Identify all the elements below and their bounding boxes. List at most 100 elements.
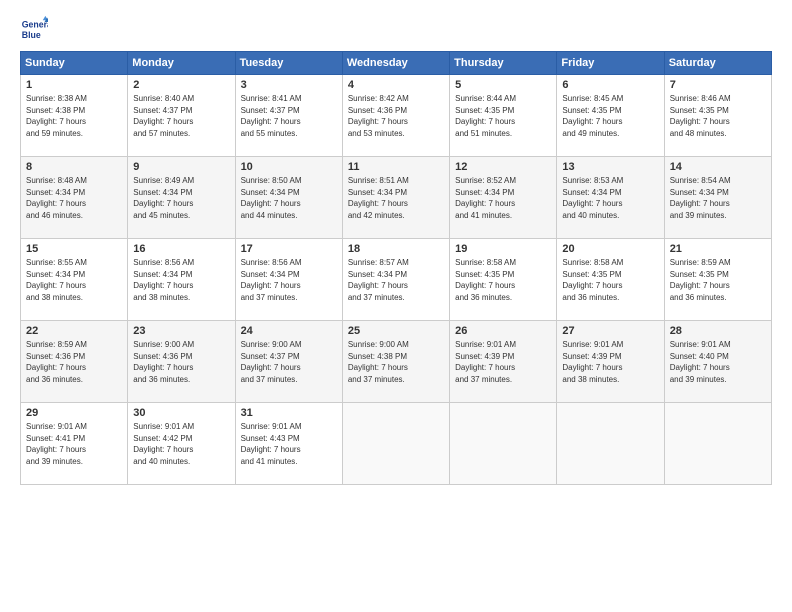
calendar-cell: 30 Sunrise: 9:01 AMSunset: 4:42 PMDayligh… — [128, 403, 235, 485]
calendar-cell: 31 Sunrise: 9:01 AMSunset: 4:43 PMDayligh… — [235, 403, 342, 485]
day-number: 29 — [26, 407, 123, 419]
calendar-cell: 19Sunrise: 8:58 AMSunset: 4:35 PMDayligh… — [450, 239, 557, 321]
day-number: 5 — [455, 79, 552, 91]
calendar-cell — [342, 403, 449, 485]
calendar-cell: 21Sunrise: 8:59 AMSunset: 4:35 PMDayligh… — [664, 239, 771, 321]
day-number: 10 — [241, 161, 338, 173]
calendar-cell: 5 Sunrise: 8:44 AMSunset: 4:35 PMDaylight… — [450, 75, 557, 157]
calendar-cell: 16 Sunrise: 8:56 AMSunset: 4:34 PMDayligh… — [128, 239, 235, 321]
day-number: 12 — [455, 161, 552, 173]
calendar-cell: 29 Sunrise: 9:01 AMSunset: 4:41 PMDayligh… — [21, 403, 128, 485]
column-header-wednesday: Wednesday — [342, 52, 449, 75]
day-info: Sunrise: 8:46 AMSunset: 4:35 PMDaylight:… — [670, 93, 767, 139]
calendar-cell: 1 Sunrise: 8:38 AMSunset: 4:38 PMDaylight… — [21, 75, 128, 157]
day-number: 3 — [241, 79, 338, 91]
svg-text:General: General — [22, 19, 48, 29]
week-row-1: 1 Sunrise: 8:38 AMSunset: 4:38 PMDaylight… — [21, 75, 772, 157]
week-row-3: 15 Sunrise: 8:55 AMSunset: 4:34 PMDayligh… — [21, 239, 772, 321]
day-number: 26 — [455, 325, 552, 337]
day-info: Sunrise: 8:55 AMSunset: 4:34 PMDaylight:… — [26, 257, 123, 303]
day-number: 20 — [562, 243, 659, 255]
header: General Blue — [20, 15, 772, 43]
day-number: 9 — [133, 161, 230, 173]
week-row-5: 29 Sunrise: 9:01 AMSunset: 4:41 PMDayligh… — [21, 403, 772, 485]
day-number: 24 — [241, 325, 338, 337]
day-number: 2 — [133, 79, 230, 91]
svg-text:Blue: Blue — [22, 30, 41, 40]
day-number: 21 — [670, 243, 767, 255]
day-number: 19 — [455, 243, 552, 255]
day-number: 1 — [26, 79, 123, 91]
day-number: 23 — [133, 325, 230, 337]
day-info: Sunrise: 8:58 AMSunset: 4:35 PMDaylight:… — [562, 257, 659, 303]
day-number: 28 — [670, 325, 767, 337]
column-header-thursday: Thursday — [450, 52, 557, 75]
day-info: Sunrise: 8:56 AMSunset: 4:34 PMDaylight:… — [133, 257, 230, 303]
logo-icon: General Blue — [20, 15, 48, 43]
day-info: Sunrise: 8:52 AMSunset: 4:34 PMDaylight:… — [455, 175, 552, 221]
day-number: 8 — [26, 161, 123, 173]
day-info: Sunrise: 9:01 AMSunset: 4:42 PMDaylight:… — [133, 421, 230, 467]
calendar-cell: 6 Sunrise: 8:45 AMSunset: 4:35 PMDaylight… — [557, 75, 664, 157]
column-header-saturday: Saturday — [664, 52, 771, 75]
day-info: Sunrise: 8:40 AMSunset: 4:37 PMDaylight:… — [133, 93, 230, 139]
column-header-monday: Monday — [128, 52, 235, 75]
calendar-cell: 22Sunrise: 8:59 AMSunset: 4:36 PMDayligh… — [21, 321, 128, 403]
calendar-cell: 8 Sunrise: 8:48 AMSunset: 4:34 PMDaylight… — [21, 157, 128, 239]
day-number: 6 — [562, 79, 659, 91]
day-info: Sunrise: 8:44 AMSunset: 4:35 PMDaylight:… — [455, 93, 552, 139]
day-number: 17 — [241, 243, 338, 255]
calendar-cell: 4 Sunrise: 8:42 AMSunset: 4:36 PMDaylight… — [342, 75, 449, 157]
week-row-4: 22Sunrise: 8:59 AMSunset: 4:36 PMDayligh… — [21, 321, 772, 403]
day-info: Sunrise: 8:38 AMSunset: 4:38 PMDaylight:… — [26, 93, 123, 139]
day-info: Sunrise: 9:01 AMSunset: 4:41 PMDaylight:… — [26, 421, 123, 467]
day-info: Sunrise: 8:45 AMSunset: 4:35 PMDaylight:… — [562, 93, 659, 139]
calendar-cell: 10 Sunrise: 8:50 AMSunset: 4:34 PMDayligh… — [235, 157, 342, 239]
week-row-2: 8 Sunrise: 8:48 AMSunset: 4:34 PMDaylight… — [21, 157, 772, 239]
calendar-cell: 14Sunrise: 8:54 AMSunset: 4:34 PMDayligh… — [664, 157, 771, 239]
calendar-cell: 13Sunrise: 8:53 AMSunset: 4:34 PMDayligh… — [557, 157, 664, 239]
day-info: Sunrise: 9:00 AMSunset: 4:38 PMDaylight:… — [348, 339, 445, 385]
calendar-cell: 24Sunrise: 9:00 AMSunset: 4:37 PMDayligh… — [235, 321, 342, 403]
day-number: 4 — [348, 79, 445, 91]
calendar-cell: 11Sunrise: 8:51 AMSunset: 4:34 PMDayligh… — [342, 157, 449, 239]
day-info: Sunrise: 9:01 AMSunset: 4:40 PMDaylight:… — [670, 339, 767, 385]
calendar-page: General Blue SundayMondayTuesdayWednesda… — [0, 0, 792, 612]
calendar-table: SundayMondayTuesdayWednesdayThursdayFrid… — [20, 51, 772, 485]
calendar-cell: 15 Sunrise: 8:55 AMSunset: 4:34 PMDayligh… — [21, 239, 128, 321]
day-info: Sunrise: 8:42 AMSunset: 4:36 PMDaylight:… — [348, 93, 445, 139]
day-info: Sunrise: 9:01 AMSunset: 4:43 PMDaylight:… — [241, 421, 338, 467]
calendar-cell — [557, 403, 664, 485]
calendar-cell: 12 Sunrise: 8:52 AMSunset: 4:34 PMDayligh… — [450, 157, 557, 239]
day-number: 30 — [133, 407, 230, 419]
calendar-cell: 20 Sunrise: 8:58 AMSunset: 4:35 PMDayligh… — [557, 239, 664, 321]
day-info: Sunrise: 8:48 AMSunset: 4:34 PMDaylight:… — [26, 175, 123, 221]
calendar-cell: 26 Sunrise: 9:01 AMSunset: 4:39 PMDayligh… — [450, 321, 557, 403]
calendar-cell: 9 Sunrise: 8:49 AMSunset: 4:34 PMDaylight… — [128, 157, 235, 239]
column-header-friday: Friday — [557, 52, 664, 75]
day-info: Sunrise: 8:49 AMSunset: 4:34 PMDaylight:… — [133, 175, 230, 221]
day-number: 18 — [348, 243, 445, 255]
calendar-cell — [450, 403, 557, 485]
calendar-cell — [664, 403, 771, 485]
day-info: Sunrise: 9:01 AMSunset: 4:39 PMDaylight:… — [562, 339, 659, 385]
day-info: Sunrise: 8:54 AMSunset: 4:34 PMDaylight:… — [670, 175, 767, 221]
calendar-cell: 3 Sunrise: 8:41 AMSunset: 4:37 PMDaylight… — [235, 75, 342, 157]
column-header-tuesday: Tuesday — [235, 52, 342, 75]
day-number: 25 — [348, 325, 445, 337]
day-info: Sunrise: 8:41 AMSunset: 4:37 PMDaylight:… — [241, 93, 338, 139]
day-number: 11 — [348, 161, 445, 173]
calendar-body: 1 Sunrise: 8:38 AMSunset: 4:38 PMDaylight… — [21, 75, 772, 485]
day-info: Sunrise: 8:50 AMSunset: 4:34 PMDaylight:… — [241, 175, 338, 221]
day-info: Sunrise: 9:01 AMSunset: 4:39 PMDaylight:… — [455, 339, 552, 385]
day-number: 7 — [670, 79, 767, 91]
day-info: Sunrise: 8:57 AMSunset: 4:34 PMDaylight:… — [348, 257, 445, 303]
day-number: 31 — [241, 407, 338, 419]
calendar-cell: 18 Sunrise: 8:57 AMSunset: 4:34 PMDayligh… — [342, 239, 449, 321]
day-number: 22 — [26, 325, 123, 337]
day-info: Sunrise: 8:53 AMSunset: 4:34 PMDaylight:… — [562, 175, 659, 221]
day-number: 15 — [26, 243, 123, 255]
day-number: 27 — [562, 325, 659, 337]
calendar-cell: 7 Sunrise: 8:46 AMSunset: 4:35 PMDaylight… — [664, 75, 771, 157]
day-number: 16 — [133, 243, 230, 255]
